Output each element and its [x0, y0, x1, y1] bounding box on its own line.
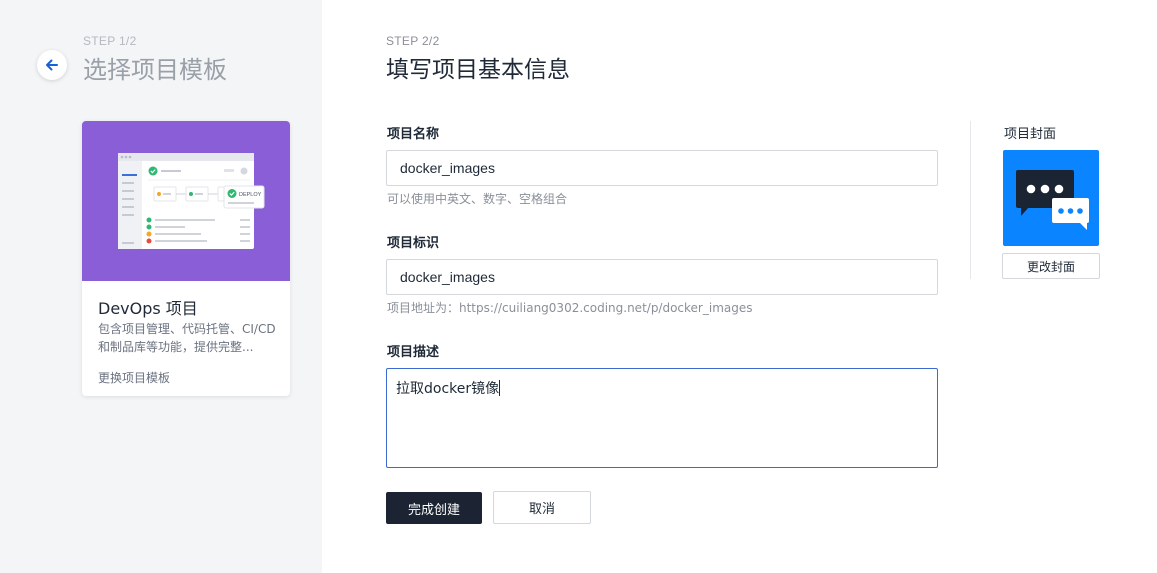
- arrow-left-icon: [46, 59, 58, 71]
- page-title: 填写项目基本信息: [386, 57, 570, 83]
- template-card[interactable]: DEPLOY DevOps 项目 包含项目管理、代码托管、CI/CD 和制品库等…: [82, 121, 290, 396]
- change-cover-button[interactable]: 更改封面: [1002, 253, 1100, 279]
- project-name-input[interactable]: docker_images: [386, 150, 938, 186]
- project-description-text: 拉取docker镜像: [396, 381, 500, 397]
- cancel-button[interactable]: 取消: [493, 491, 591, 524]
- project-name-label: 项目名称: [387, 127, 440, 142]
- project-cover-image[interactable]: [1003, 150, 1099, 246]
- cover-label: 项目封面: [1004, 127, 1057, 142]
- change-template-link[interactable]: 更换项目模板: [98, 369, 170, 386]
- step1-label: STEP 1/2: [83, 34, 137, 48]
- project-description-textarea[interactable]: 拉取docker镜像: [386, 368, 938, 468]
- template-name: DevOps 项目: [98, 299, 198, 318]
- step1-title: 选择项目模板: [83, 56, 227, 84]
- template-illustration: DEPLOY: [82, 121, 290, 281]
- chat-bubbles-icon: [1016, 170, 1089, 230]
- left-panel: STEP 1/2 选择项目模板 DEPLOY DevOps 项目 包含项目管理、…: [0, 0, 322, 573]
- vertical-divider: [970, 121, 971, 279]
- create-project-button[interactable]: 完成创建: [386, 492, 482, 524]
- step2-label: STEP 2/2: [386, 34, 440, 48]
- project-url-hint: 项目地址为：https://cuiliang0302.coding.net/p/…: [387, 301, 753, 315]
- project-identifier-label: 项目标识: [387, 236, 440, 251]
- project-identifier-input[interactable]: docker_images: [386, 259, 938, 295]
- project-name-hint: 可以使用中英文、数字、空格组合: [387, 192, 568, 206]
- deploy-badge-text: DEPLOY: [239, 192, 262, 198]
- template-description: 包含项目管理、代码托管、CI/CD 和制品库等功能，提供完整...: [98, 322, 276, 354]
- text-caret: [499, 380, 501, 396]
- back-button[interactable]: [37, 50, 67, 80]
- project-description-label: 项目描述: [387, 345, 440, 360]
